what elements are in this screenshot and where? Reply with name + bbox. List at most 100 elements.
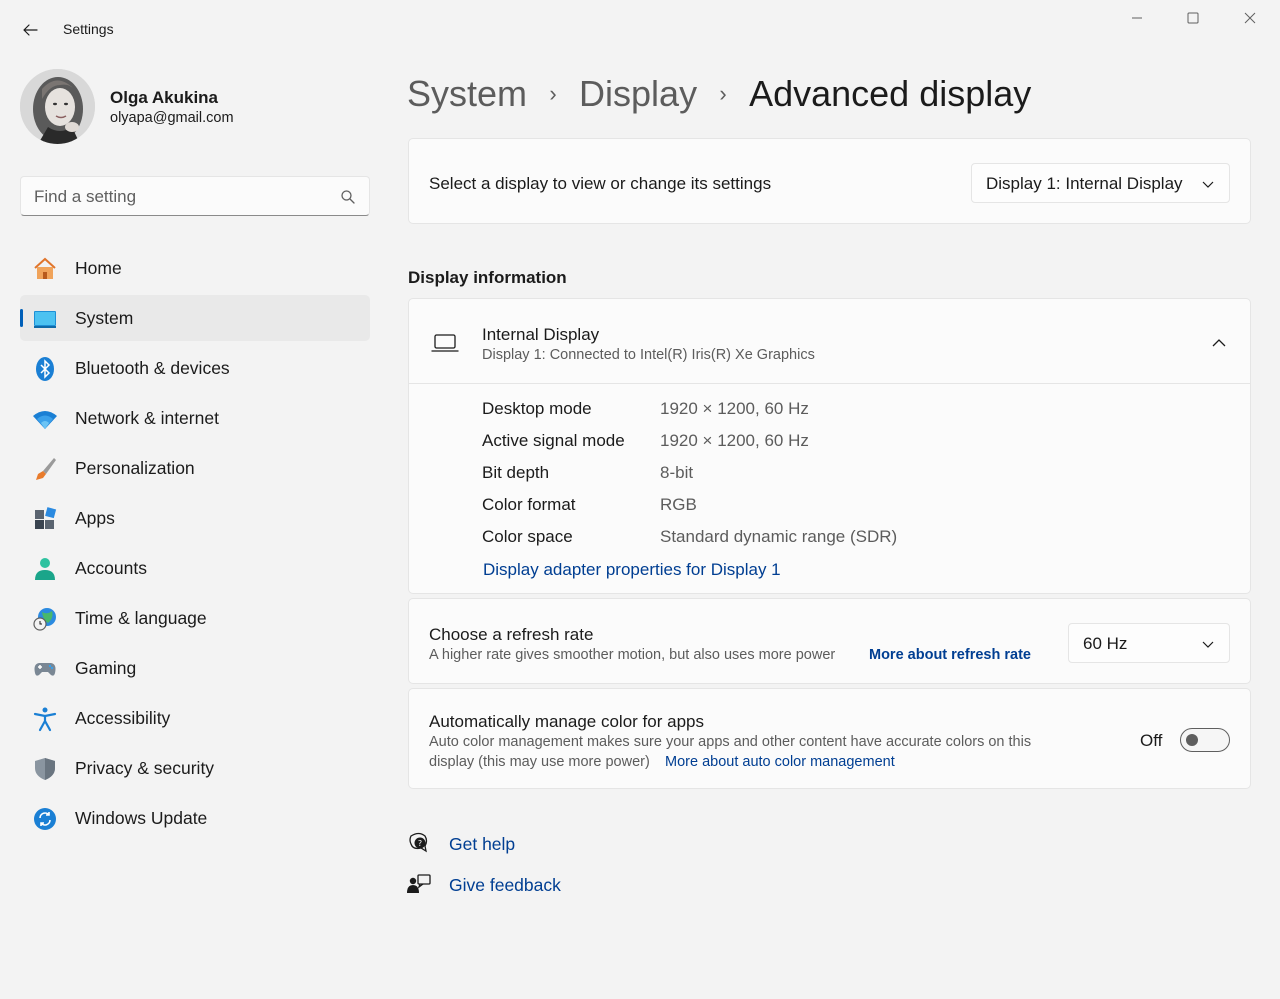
info-key: Color space — [482, 527, 573, 546]
update-icon — [34, 808, 56, 830]
sidebar-item-label: Windows Update — [75, 807, 208, 828]
search-input[interactable] — [34, 187, 324, 207]
auto-color-description-line2: display (this may use more power) — [429, 754, 650, 770]
sidebar-item-label: Time & language — [75, 607, 207, 628]
display-connection: Display 1: Connected to Intel(R) Iris(R)… — [482, 347, 815, 363]
refresh-rate-card: Choose a refresh rate A higher rate give… — [408, 598, 1251, 684]
user-name: Olga Akukina — [110, 88, 219, 107]
display-info-header[interactable]: Internal Display Display 1: Connected to… — [409, 299, 1250, 384]
breadcrumb-display[interactable]: Display — [579, 73, 697, 115]
person-icon — [35, 558, 55, 580]
give-feedback-icon — [407, 874, 431, 893]
more-about-refresh-rate-link[interactable]: More about refresh rate — [869, 647, 1031, 663]
breadcrumb-separator: › — [549, 81, 557, 106]
home-icon — [34, 257, 56, 279]
info-value: 8-bit — [660, 463, 694, 482]
auto-color-card: Automatically manage color for apps Auto… — [408, 688, 1251, 789]
app-title: Settings — [63, 21, 114, 37]
sidebar-item-label: Apps — [75, 507, 115, 528]
sidebar-item-label: System — [75, 307, 134, 328]
sidebar-item-apps[interactable]: Apps — [20, 495, 370, 541]
laptop-icon — [431, 334, 459, 352]
chevron-up-icon[interactable] — [1211, 335, 1227, 351]
close-button[interactable] — [1222, 0, 1278, 36]
sidebar-item-label: Privacy & security — [75, 757, 215, 778]
info-value: 1920 × 1200, 60 Hz — [660, 431, 809, 450]
toggle-state-label: Off — [1140, 731, 1163, 750]
user-email: olyapa@gmail.com — [110, 110, 234, 126]
sidebar-item-label: Home — [75, 257, 122, 278]
sidebar-item-label: Accounts — [75, 557, 147, 578]
refresh-rate-value: 60 Hz — [1083, 634, 1128, 653]
avatar[interactable] — [20, 69, 95, 144]
bluetooth-icon — [36, 357, 54, 381]
display-info-card: Internal Display Display 1: Connected to… — [408, 298, 1251, 594]
sidebar-item-accounts[interactable]: Accounts — [20, 545, 370, 591]
breadcrumb-system[interactable]: System — [407, 73, 527, 115]
info-key: Color format — [482, 495, 576, 514]
sidebar-item-home[interactable]: Home — [20, 245, 370, 291]
display-select-dropdown[interactable]: Display 1: Internal Display — [971, 163, 1230, 203]
get-help-icon: ? — [409, 832, 428, 853]
display-adapter-properties-link[interactable]: Display adapter properties for Display 1 — [483, 560, 781, 580]
more-about-auto-color-link[interactable]: More about auto color management — [665, 754, 895, 770]
give-feedback-label: Give feedback — [449, 874, 561, 895]
auto-color-description: Auto color management makes sure your ap… — [429, 734, 1032, 750]
chevron-down-icon — [1202, 641, 1214, 648]
user-photo — [20, 69, 95, 144]
back-button[interactable] — [14, 14, 46, 46]
section-title-display-information: Display information — [408, 268, 567, 287]
sidebar-item-label: Accessibility — [75, 707, 171, 728]
sidebar-item-accessibility[interactable]: Accessibility — [20, 695, 370, 741]
info-value: 1920 × 1200, 60 Hz — [660, 399, 809, 418]
sidebar-nav: Home System Bluetooth & devices Network … — [20, 245, 370, 845]
sidebar-item-privacy-security[interactable]: Privacy & security — [20, 745, 370, 791]
sidebar-item-label: Personalization — [75, 457, 195, 478]
info-key: Active signal mode — [482, 431, 625, 450]
search-icon[interactable] — [339, 188, 357, 206]
sidebar-item-network[interactable]: Network & internet — [20, 395, 370, 441]
svg-text:?: ? — [418, 839, 422, 848]
search-box[interactable] — [20, 176, 370, 216]
minimize-button[interactable] — [1109, 0, 1165, 36]
info-key: Desktop mode — [482, 399, 592, 418]
minimize-icon — [1132, 17, 1142, 19]
sidebar-item-windows-update[interactable]: Windows Update — [20, 795, 370, 841]
apps-icon — [35, 507, 57, 529]
back-arrow-icon — [23, 24, 38, 36]
auto-color-toggle[interactable] — [1180, 728, 1230, 752]
sidebar-item-system[interactable]: System — [20, 295, 370, 341]
info-value: Standard dynamic range (SDR) — [660, 527, 898, 546]
display-select-card: Select a display to view or change its s… — [408, 138, 1251, 224]
page-title: Advanced display — [749, 73, 1032, 114]
sidebar-item-label: Network & internet — [75, 407, 219, 428]
get-help-label: Get help — [449, 833, 516, 854]
display-name: Internal Display — [482, 325, 600, 344]
info-value: RGB — [660, 495, 697, 514]
toggle-knob — [1186, 734, 1198, 746]
sidebar-item-time-language[interactable]: Time & language — [20, 595, 370, 641]
sidebar-item-bluetooth[interactable]: Bluetooth & devices — [20, 345, 370, 391]
breadcrumb: System › Display › Advanced display — [407, 70, 1031, 118]
maximize-icon — [1187, 12, 1199, 24]
globe-clock-icon — [33, 608, 56, 631]
chevron-down-icon — [1202, 181, 1214, 188]
sidebar-item-label: Gaming — [75, 657, 137, 678]
sidebar-item-personalization[interactable]: Personalization — [20, 445, 370, 491]
info-key: Bit depth — [482, 463, 550, 482]
shield-icon — [35, 758, 55, 780]
refresh-rate-description: A higher rate gives smoother motion, but… — [429, 647, 836, 663]
refresh-rate-dropdown[interactable]: 60 Hz — [1068, 623, 1230, 663]
refresh-rate-title: Choose a refresh rate — [429, 625, 594, 644]
accessibility-icon — [33, 707, 57, 732]
sidebar-item-label: Bluetooth & devices — [75, 357, 230, 378]
wifi-icon — [33, 411, 57, 429]
maximize-button[interactable] — [1165, 0, 1221, 36]
gamepad-icon — [34, 663, 56, 676]
display-select-label: Select a display to view or change its s… — [429, 174, 772, 193]
sidebar-item-gaming[interactable]: Gaming — [20, 645, 370, 691]
system-display-icon — [34, 311, 56, 328]
paintbrush-icon — [36, 458, 56, 480]
title-bar: Settings — [0, 0, 1280, 60]
display-select-value: Display 1: Internal Display — [986, 174, 1183, 193]
